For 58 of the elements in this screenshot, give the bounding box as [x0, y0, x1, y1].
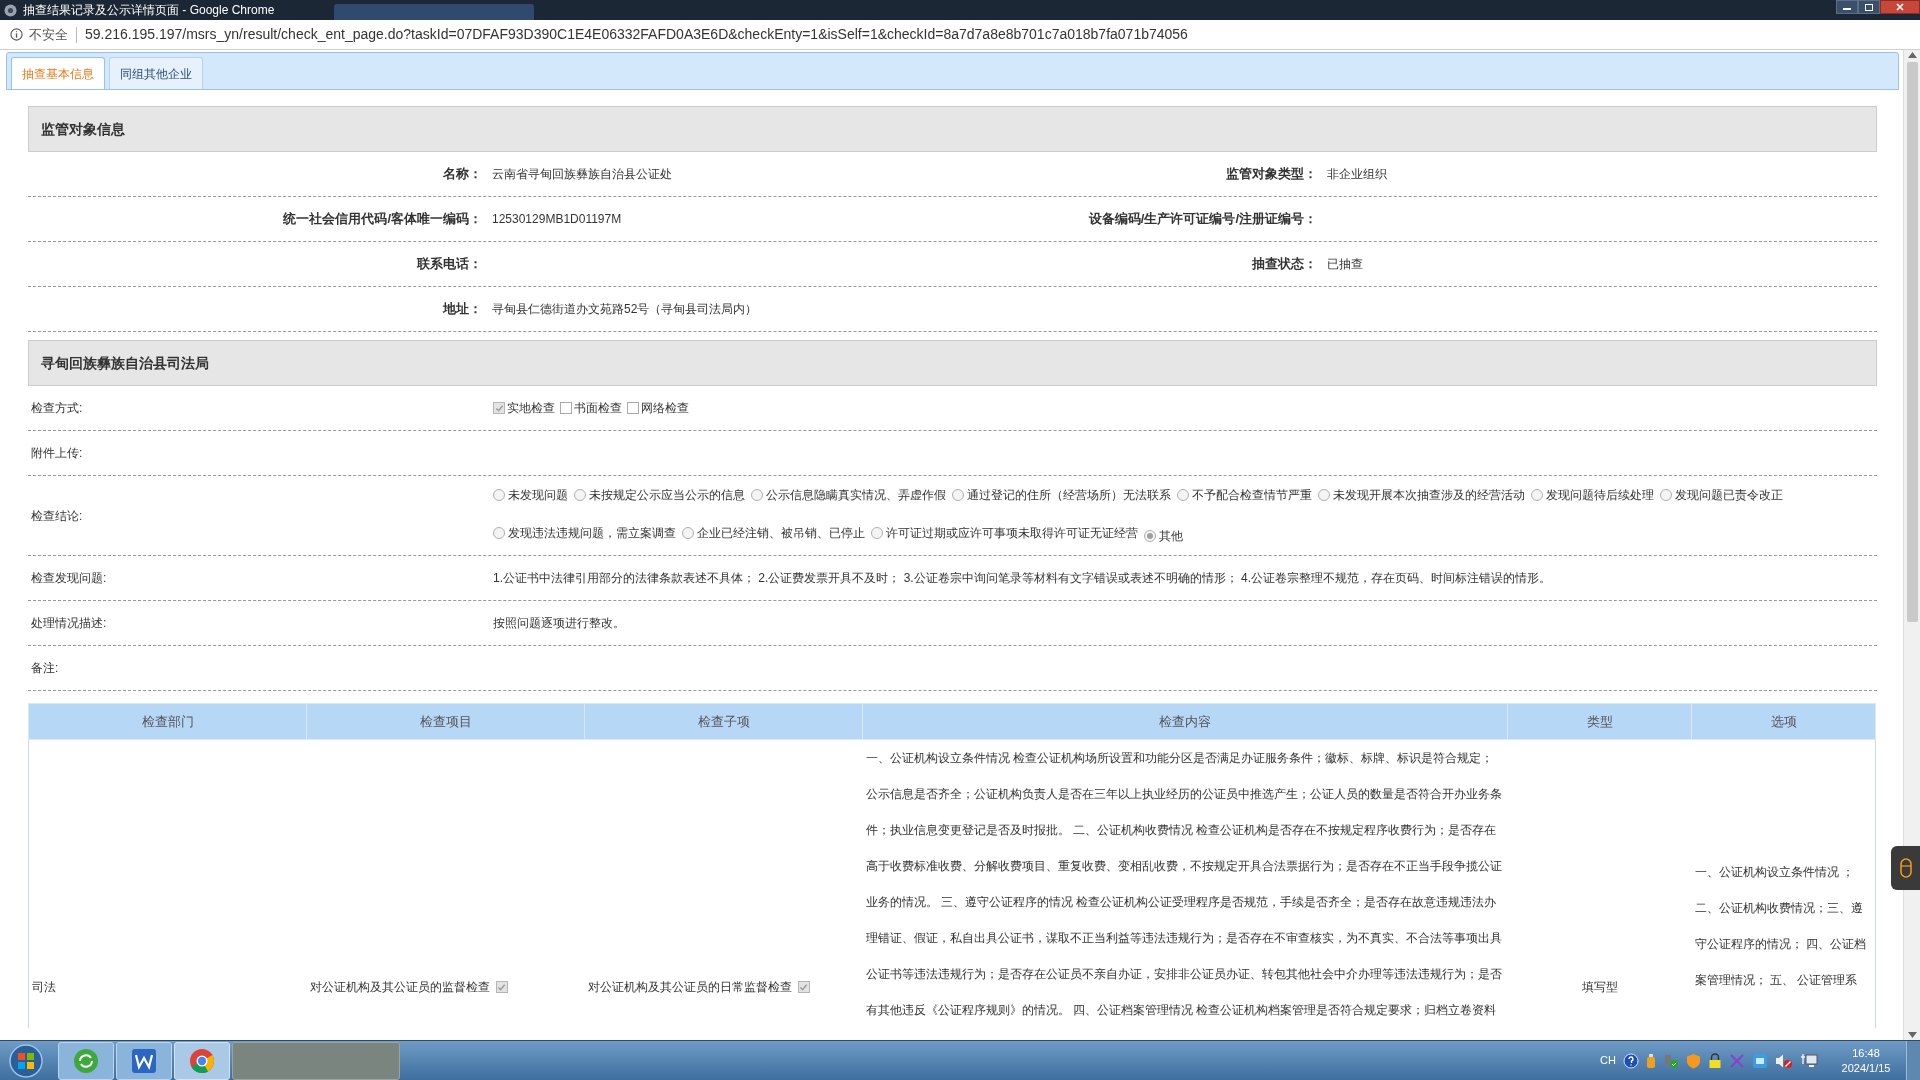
option-label: 不予配合检查情节严重 — [1192, 487, 1312, 504]
option-label: 通过登记的住所（经营场所）无法联系 — [967, 487, 1171, 504]
field-label: 检查结论: — [30, 507, 83, 525]
table-cell-text: 一、公证机构设立条件情况 ；二、公证机构收费情况；三、遵守公证程序的情况； 四、公证档案管理情况； 五、 公证管理系 — [1694, 864, 1867, 989]
field-value: 非企业组织 — [1326, 166, 1387, 183]
table-cell: 司法 — [32, 980, 56, 994]
option-label: 未发现问题 — [508, 487, 568, 504]
field-label: 附件上传: — [30, 445, 83, 462]
field-label: 处理情况描述: — [30, 615, 107, 632]
clock[interactable]: 16:48 2024/1/15 — [1833, 1045, 1899, 1076]
field-label: 检查发现问题: — [30, 570, 107, 587]
field-value: 按照问题逐项进行整改。 — [493, 615, 626, 632]
field-label: 监管对象类型： — [1226, 165, 1318, 184]
section-title: 寻甸回族彝族自治县司法局 — [41, 353, 209, 373]
option-label: 网络检查 — [641, 400, 689, 417]
option-label: 企业已经注销、被吊销、已停止 — [697, 525, 865, 542]
field-label: 地址： — [443, 300, 483, 319]
tab[interactable]: 抽查基本信息 — [11, 57, 105, 89]
field-label: 统一社会信用代码/客体唯一编码： — [283, 210, 483, 229]
field-label: 联系电话： — [417, 255, 483, 274]
column-header: 检查项目 — [306, 703, 585, 740]
field-value: 已抽查 — [1326, 256, 1363, 273]
column-header: 检查内容 — [862, 703, 1508, 740]
window-title: 抽查结果记录及公示详情页面 - Google Chrome — [23, 2, 275, 19]
field-value: 寻甸县仁德街道办文苑路52号（寻甸县司法局内） — [491, 301, 758, 318]
option-label: 发现问题已责令改正 — [1675, 487, 1783, 504]
option-label: 公示信息隐瞒真实情况、弄虚作假 — [766, 487, 946, 504]
column-header: 检查子项 — [584, 703, 863, 740]
table-cell: 填写型 — [1581, 980, 1618, 994]
field-label: 检查方式: — [30, 400, 83, 417]
field-label: 设备编码/生产许可证编号/注册证编号： — [1088, 210, 1318, 229]
option-label: 其他 — [1159, 528, 1183, 545]
option-label: 许可证过期或应许可事项未取得许可证无证经营 — [886, 525, 1138, 542]
option-label: 未发现开展本次抽查涉及的经营活动 — [1333, 487, 1525, 504]
clock-date: 2024/1/15 — [1841, 1060, 1891, 1076]
table-cell-text: 对公证机构及其公证员的日常监督检查 — [587, 979, 792, 996]
option-label: 书面检查 — [574, 400, 622, 417]
section-title: 监管对象信息 — [41, 119, 125, 139]
column-header: 类型 — [1507, 703, 1692, 740]
table-cell-text: 对公证机构及其公证员的监督检查 — [309, 979, 490, 996]
input-language[interactable]: CH — [1600, 1052, 1616, 1069]
field-label: 名称： — [443, 165, 483, 184]
clock-time: 16:48 — [1852, 1045, 1880, 1061]
option-label: 发现问题待后续处理 — [1546, 487, 1654, 504]
field-value: 12530129MB1D01197M — [491, 211, 622, 228]
option-label: 实地检查 — [507, 400, 555, 417]
option-label: 未按规定公示应当公示的信息 — [589, 487, 745, 504]
field-value: 云南省寻甸回族彝族自治县公证处 — [491, 166, 672, 183]
security-label: 不安全 — [29, 25, 68, 44]
field-value: 1.公证书中法律引用部分的法律条款表述不具体； 2.公证费发票开具不及时； 3.公证卷宗中询问笔录等材料有文字错误或表述不明确的情形； 4.公证卷宗整理不规范，存在页码、时间标注错误的情形。 — [493, 570, 1553, 587]
column-header: 选项 — [1691, 703, 1876, 740]
url-text: 59.216.195.197/msrs_yn/result/check_ent_page.do?taskId=07DFAF93D390C1E4E06332FAFD0A3E6D&checkEnty=1&isSelf=1&checkId=8a7d7a8e8b701c7a018b7fa071b74056 — [85, 25, 1188, 44]
tab[interactable]: 同组其他企业 — [109, 57, 203, 89]
field-label: 备注: — [30, 660, 59, 677]
column-header: 检查部门 — [28, 703, 307, 740]
field-label: 抽查状态： — [1252, 255, 1318, 274]
table-cell-text: 一、公证机构设立条件情况 检查公证机构场所设置和功能分区是否满足办证服务条件；徽标、标牌、标识是符合规定；公示信息是否齐全；公证机构负责人是否在三年以上执业经历的公证员中推选产生；公证人员的数量是否符合开办业务条件；执业信息变更登记是否及时报批。 二、公证机构收费情况 检查公证机构是否存在不按规定程序收费行为；是否存在高于收费标准收费、分解收费项目、重复收费、变相乱收费，不按规定开具合法票据行为；是否存在不正当手段争揽公证业务的情况。 三、遵守公证程序的情况 检查公证机构公证受理程序是否规范，手续是否齐全；是否存在故意违规违法办理错证、假证，私自出具公证书，谋取不正当利益等违法违规行为；是否存在不审查核实，为不真实、不合法等事项出具公证书等违法违规行为；是否存在公证员不亲自办证，安排非公证员办证、转包其他社会中介办理等违法违规行为；是否有其他违反《公证程序规则》的情况。 四、公证档案管理情况 检查公证机构档案管理是否符合规定要求；归档立卷资料 — [865, 750, 1503, 1019]
option-label: 发现违法违规问题，需立案调查 — [508, 525, 676, 542]
